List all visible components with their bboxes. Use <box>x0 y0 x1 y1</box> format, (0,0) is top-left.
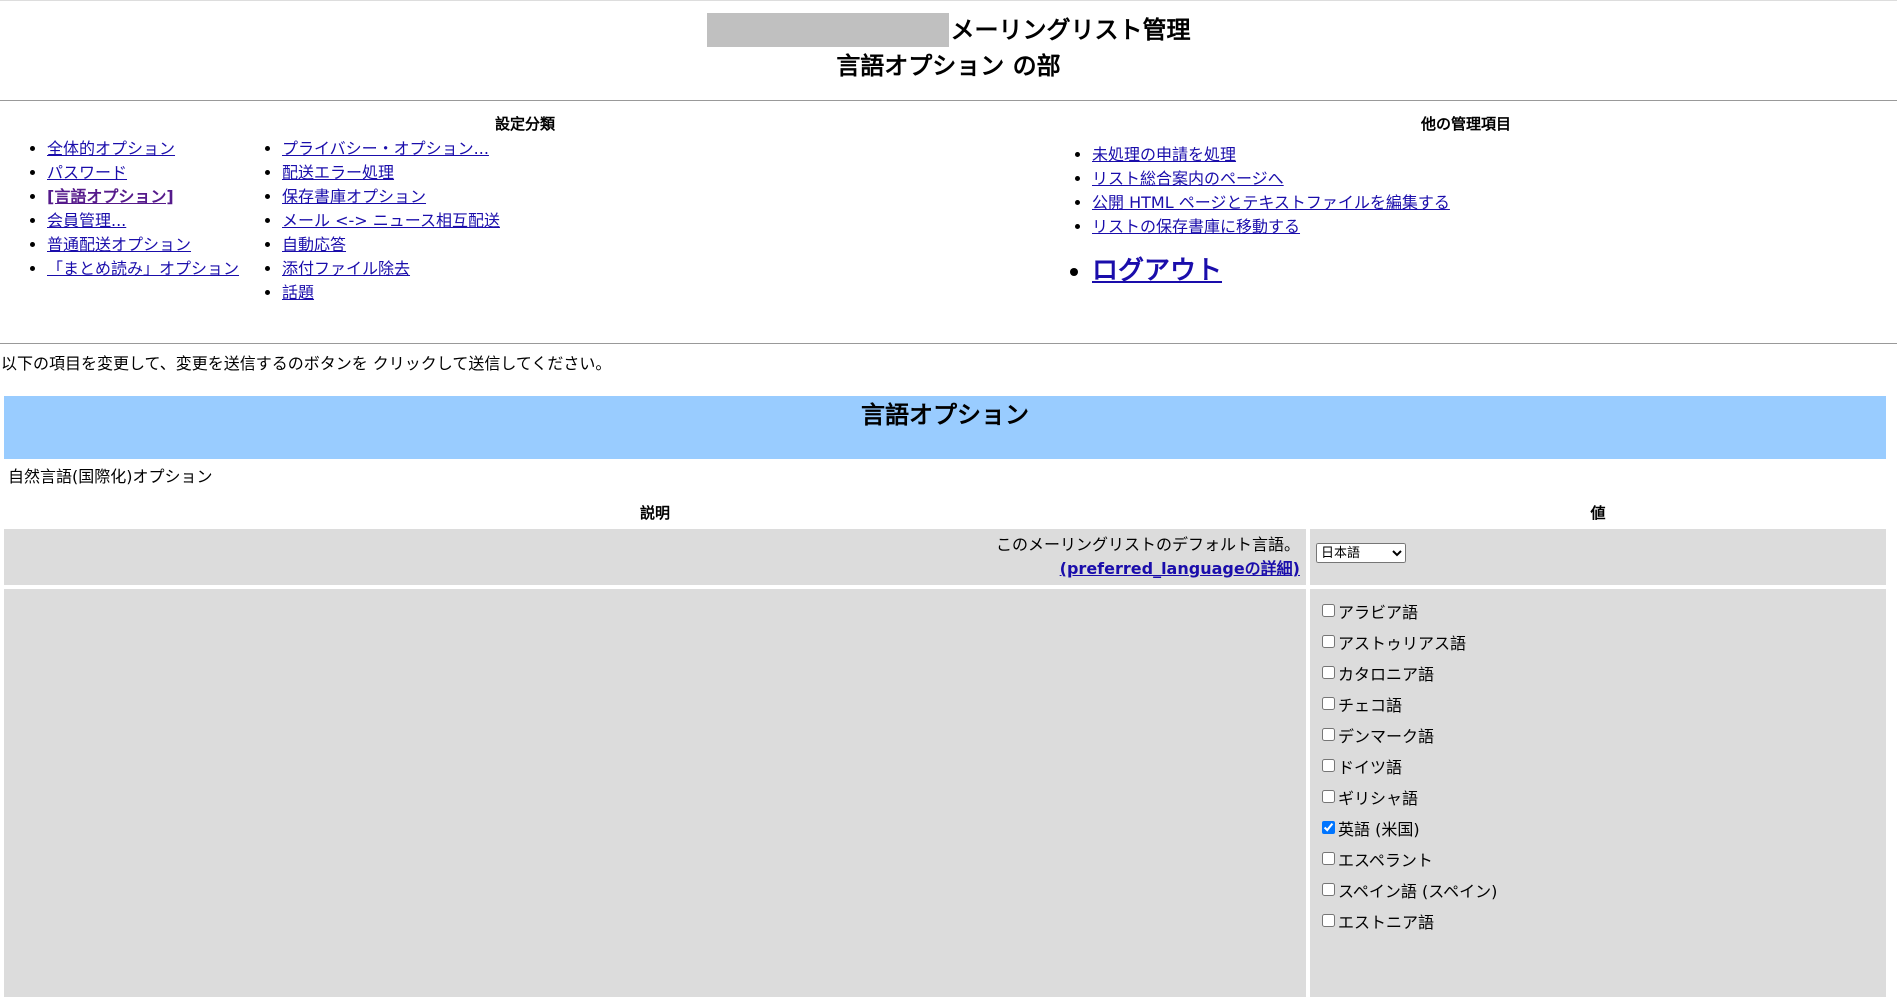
redacted-list-name <box>706 13 949 47</box>
nav-list-item: 添付ファイル除去 <box>282 257 500 281</box>
language-label: アラビア語 <box>1338 602 1419 622</box>
page-title: メーリングリスト管理 <box>0 12 1897 48</box>
language-option[interactable]: スペイン語 (スペイン) <box>1316 874 1880 905</box>
default-language-select[interactable]: 日本語 <box>1316 543 1406 563</box>
language-option[interactable]: デンマーク語 <box>1316 719 1880 750</box>
nav-link[interactable]: リストの保存書庫に移動する <box>1092 217 1300 236</box>
default-language-value: 日本語 <box>1310 529 1886 585</box>
language-option[interactable]: ドイツ語 <box>1316 750 1880 781</box>
language-label: アストゥリアス語 <box>1338 633 1467 653</box>
section-header: 言語オプション <box>4 396 1886 459</box>
nav-list-item: リストの保存書庫に移動する <box>1092 215 1450 239</box>
settings-list-1: 全体的オプションパスワード [言語オプション] 会員管理... 普通配送オプション「ま… <box>0 137 239 281</box>
nav-list-item: プライバシー・オプション... <box>282 137 500 161</box>
nav-link[interactable]: 会員管理... <box>47 211 126 230</box>
language-label: カタロニア語 <box>1338 664 1435 684</box>
language-checkbox[interactable] <box>1322 666 1335 679</box>
language-label: 英語 (米国) <box>1338 819 1420 839</box>
preferred-language-details-link[interactable]: (preferred_languageの詳細) <box>1060 559 1300 578</box>
language-checkbox[interactable] <box>1322 697 1335 710</box>
nav-list-item: 未処理の申請を処理 <box>1092 143 1450 167</box>
language-option[interactable]: カタロニア語 <box>1316 657 1880 688</box>
nav-list-item: 全体的オプション <box>47 137 239 161</box>
section-title: 言語オプション <box>861 401 1029 429</box>
settings-heading: 設定分類 <box>495 115 556 133</box>
language-label: エスペラント <box>1338 850 1433 870</box>
nav-link[interactable]: 自動応答 <box>282 235 346 254</box>
available-languages-list: アラビア語アストゥリアス語 カタロニア語 チェコ語デンマーク語 ドイツ語ギリシャ語英語… <box>1310 589 1886 997</box>
language-option[interactable]: チェコ語 <box>1316 688 1880 719</box>
nav-link[interactable]: プライバシー・オプション... <box>282 139 489 158</box>
language-checkbox[interactable] <box>1322 728 1335 741</box>
nav-link[interactable]: 普通配送オプション <box>47 235 191 254</box>
instructions-text: 以下の項目を変更して、変更を送信するのボタンを クリックして送信してください。 <box>1 354 612 373</box>
nav-link[interactable]: 「まとめ読み」オプション <box>47 259 239 278</box>
column-header-description: 説明 <box>639 503 670 522</box>
nav-list-item: 保存書庫オプション <box>282 185 500 209</box>
other-admin-heading: 他の管理項目 <box>1421 115 1512 133</box>
nav-list-item: 会員管理... <box>47 209 239 233</box>
section-description: 自然言語(国際化)オプション <box>8 467 213 486</box>
nav-list-item: 自動応答 <box>282 233 500 257</box>
nav-link[interactable]: 配送エラー処理 <box>282 163 394 182</box>
default-language-text: このメーリングリストのデフォルト言語。 <box>995 535 1300 554</box>
nav-list-item: 「まとめ読み」オプション <box>47 257 239 281</box>
nav-list-item: 普通配送オプション <box>47 233 239 257</box>
nav-list-item: [言語オプション] <box>47 185 239 209</box>
language-option[interactable]: エストニア語 <box>1316 905 1880 936</box>
logout-item: ログアウト <box>1092 253 1450 289</box>
nav-list-item: 公開 HTML ページとテキストファイルを編集する <box>1092 191 1450 215</box>
nav-link[interactable]: [言語オプション] <box>47 187 174 206</box>
language-checkbox[interactable] <box>1322 604 1335 617</box>
language-label: エストニア語 <box>1338 912 1435 932</box>
page-title-text: メーリングリスト管理 <box>950 16 1191 44</box>
settings-list-2: プライバシー・オプション... 配送エラー処理保存書庫オプションメール <-> ニ… <box>235 137 500 305</box>
table-row: アラビア語アストゥリアス語 カタロニア語 チェコ語デンマーク語 ドイツ語ギリシャ語英語… <box>4 589 1886 997</box>
language-label: スペイン語 (スペイン) <box>1338 881 1498 901</box>
nav-list-item: メール <-> ニュース相互配送 <box>282 209 500 233</box>
language-checkbox[interactable] <box>1322 759 1335 772</box>
language-option[interactable]: アストゥリアス語 <box>1316 626 1880 657</box>
page-subtitle: 言語オプション の部 <box>836 52 1061 80</box>
nav-link[interactable]: 話題 <box>282 283 314 302</box>
other-admin-list: 未処理の申請を処理リスト総合案内のページへ公開 HTML ページとテキストファイ… <box>1045 143 1450 289</box>
logout-link[interactable]: ログアウト <box>1092 256 1222 286</box>
default-language-description: このメーリングリストのデフォルト言語。 (preferred_languageの… <box>4 529 1306 585</box>
language-checkbox[interactable] <box>1322 635 1335 648</box>
nav-link[interactable]: 公開 HTML ページとテキストファイルを編集する <box>1092 193 1450 212</box>
language-label: デンマーク語 <box>1338 726 1435 746</box>
language-option[interactable]: ギリシャ語 <box>1316 781 1880 812</box>
page-header: メーリングリスト管理 言語オプション の部 <box>0 4 1897 84</box>
language-label: ドイツ語 <box>1338 757 1403 777</box>
nav-list-item: 配送エラー処理 <box>282 161 500 185</box>
available-languages-description <box>4 589 1306 997</box>
nav-list-item: パスワード <box>47 161 239 185</box>
language-checkbox[interactable] <box>1322 821 1335 834</box>
nav-link[interactable]: 保存書庫オプション <box>282 187 426 206</box>
language-label: ギリシャ語 <box>1338 788 1419 808</box>
nav-link[interactable]: 未処理の申請を処理 <box>1092 145 1236 164</box>
column-header-value: 値 <box>1590 503 1606 522</box>
nav-link[interactable]: 添付ファイル除去 <box>282 259 410 278</box>
language-checkbox[interactable] <box>1322 790 1335 803</box>
language-option[interactable]: エスペラント <box>1316 843 1880 874</box>
table-header-row: 説明 値 <box>4 499 1886 525</box>
nav-list-item: 話題 <box>282 281 500 305</box>
language-checkbox[interactable] <box>1322 914 1335 927</box>
table-row: このメーリングリストのデフォルト言語。 (preferred_languageの… <box>4 529 1886 585</box>
nav-link[interactable]: リスト総合案内のページへ <box>1092 169 1284 188</box>
nav-link[interactable]: パスワード <box>47 163 127 182</box>
admin-navigation: 設定分類 全体的オプションパスワード [言語オプション] 会員管理... 普通配送オプ… <box>0 101 1897 343</box>
options-table: 説明 値 このメーリングリストのデフォルト言語。 (preferred_lang… <box>0 495 1890 1001</box>
language-label: チェコ語 <box>1338 695 1403 715</box>
language-option[interactable]: 英語 (米国) <box>1316 812 1880 843</box>
language-checkbox[interactable] <box>1322 883 1335 896</box>
nav-list-item: リスト総合案内のページへ <box>1092 167 1450 191</box>
language-checkbox[interactable] <box>1322 852 1335 865</box>
language-option[interactable]: アラビア語 <box>1316 595 1880 626</box>
nav-link[interactable]: メール <-> ニュース相互配送 <box>282 211 500 230</box>
nav-link[interactable]: 全体的オプション <box>47 139 175 158</box>
